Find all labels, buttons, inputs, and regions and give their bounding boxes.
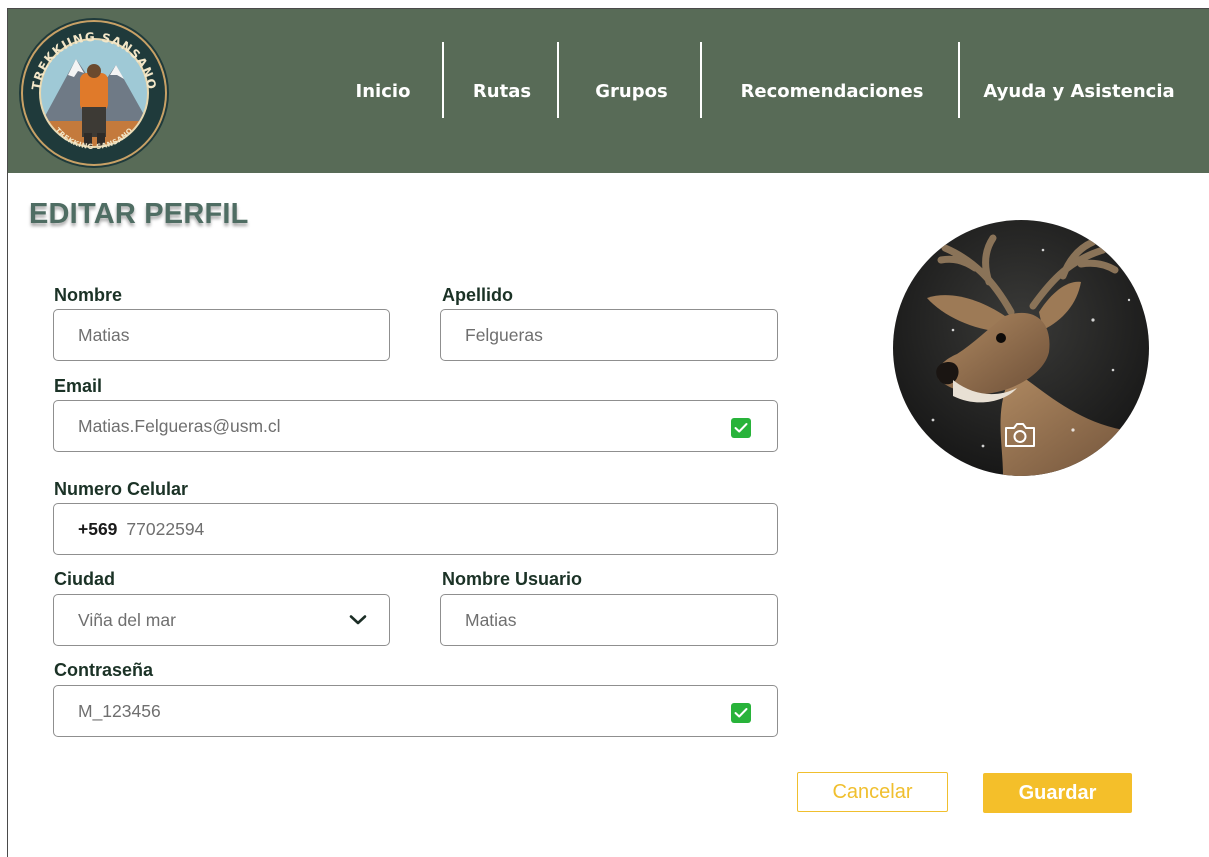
page-title: EDITAR PERFIL — [29, 198, 249, 230]
nav-inicio-label: Inicio — [355, 80, 411, 102]
nav-recomendaciones[interactable]: Recomendaciones — [706, 9, 958, 173]
nombre-input[interactable]: Matias — [53, 309, 390, 361]
usuario-value: Matias — [465, 609, 517, 630]
contrasena-input[interactable]: M_123456 — [53, 685, 778, 737]
nav-rutas[interactable]: Rutas — [448, 9, 556, 173]
email-label: Email — [54, 376, 103, 396]
nav-recomendaciones-label: Recomendaciones — [740, 80, 924, 102]
nav-grupos-label: Grupos — [595, 80, 668, 102]
email-value: Matias.Felgueras@usm.cl — [78, 415, 281, 436]
top-navigation-bar: TREKKIING SANSANO TREKKING SANSANO Inici… — [8, 9, 1209, 173]
chevron-down-icon — [349, 615, 367, 625]
celular-country-prefix: +569 — [78, 518, 118, 539]
ciudad-select[interactable]: Viña del mar — [53, 594, 390, 646]
nav-divider — [700, 42, 702, 118]
apellido-input[interactable]: Felgueras — [440, 309, 778, 361]
cancel-button[interactable]: Cancelar — [797, 772, 948, 812]
usuario-label: Nombre Usuario — [442, 569, 583, 589]
celular-input[interactable]: +569 77022594 — [53, 503, 778, 555]
email-verified-check-icon — [731, 418, 751, 438]
apellido-label: Apellido — [442, 285, 513, 305]
email-input[interactable]: Matias.Felgueras@usm.cl — [53, 400, 778, 452]
contrasena-verified-check-icon — [731, 703, 751, 723]
nav-ayuda-asistencia[interactable]: Ayuda y Asistencia — [964, 9, 1194, 173]
celular-value: 77022594 — [126, 518, 205, 539]
save-button[interactable]: Guardar — [983, 773, 1132, 813]
nav-divider — [442, 42, 444, 118]
ciudad-label: Ciudad — [54, 569, 115, 589]
contrasena-value: M_123456 — [78, 700, 161, 721]
camera-icon[interactable] — [1003, 421, 1037, 449]
nav-rutas-label: Rutas — [472, 80, 532, 102]
trekking-sansano-logo[interactable]: TREKKIING SANSANO TREKKING SANSANO — [18, 17, 170, 169]
nombre-label: Nombre — [54, 285, 123, 305]
nav-divider — [958, 42, 960, 118]
nav-ayuda-label: Ayuda y Asistencia — [983, 80, 1175, 102]
apellido-value: Felgueras — [465, 324, 543, 345]
ciudad-value: Viña del mar — [78, 609, 176, 630]
nav-divider — [557, 42, 559, 118]
celular-label: Numero Celular — [54, 479, 189, 499]
nav-grupos[interactable]: Grupos — [563, 9, 700, 173]
nombre-value: Matias — [78, 324, 130, 345]
nav-inicio[interactable]: Inicio — [340, 9, 426, 173]
usuario-input[interactable]: Matias — [440, 594, 778, 646]
contrasena-label: Contraseña — [54, 660, 154, 680]
